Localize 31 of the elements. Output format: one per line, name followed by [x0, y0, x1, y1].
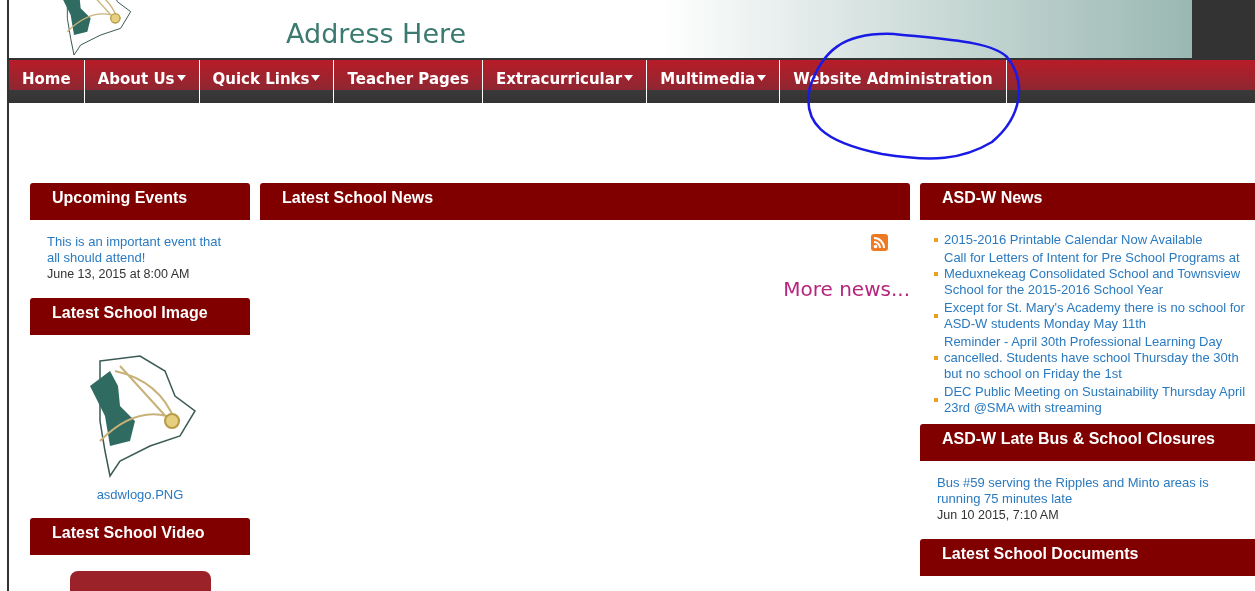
section-title: Latest School Video	[30, 518, 250, 555]
section-title: ASD-W News	[920, 183, 1255, 220]
bus-notice-date: Jun 10 2015, 7:10 AM	[937, 507, 1060, 523]
address-text: Address Here	[286, 18, 467, 49]
image-caption[interactable]: asdwlogo.PNG	[30, 487, 250, 502]
bullet-icon	[934, 238, 938, 242]
bullet-icon	[934, 272, 938, 276]
section-title: ASD-W Late Bus & School Closures	[920, 424, 1255, 461]
nav-item[interactable]: Teacher Pages	[334, 60, 483, 103]
nav-item[interactable]: Multimedia	[647, 60, 781, 103]
section-title: Latest School News	[260, 183, 910, 220]
bullet-icon	[934, 398, 938, 402]
nav-item[interactable]: About Us	[84, 60, 200, 103]
news-link[interactable]: 2015-2016 Printable Calendar Now Available	[944, 232, 1254, 248]
news-link[interactable]: DEC Public Meeting on Sustainability Thursday April 23rd @SMA with streaming	[944, 384, 1254, 416]
section-title: Upcoming Events	[30, 183, 250, 220]
nav-item[interactable]: Quick Links	[199, 60, 335, 103]
news-link[interactable]: Except for St. Mary's Academy there is no school for ASD-W students Monday May 11th	[944, 300, 1254, 332]
news-link[interactable]: Call for Letters of Intent for Pre School Programs at Meduxnekeag Consolidated School and Townsview School for the 2015-2016 School Year	[944, 250, 1254, 298]
news-link[interactable]: Reminder - April 30th Professional Learning Day cancelled. Students have school Thursday the 30th but no school on Friday the 1st	[944, 334, 1254, 382]
bus-notice-link[interactable]: Bus #59 serving the Ripples and Minto areas is running 75 minutes late	[937, 475, 1238, 507]
nav-item[interactable]: Home	[9, 60, 85, 103]
section-title: Latest School Image	[30, 298, 250, 335]
rss-icon[interactable]	[871, 234, 888, 251]
more-news-link[interactable]: More news...	[783, 277, 910, 301]
bullet-icon	[934, 314, 938, 318]
event-link[interactable]: This is an important event that all should attend!	[47, 234, 228, 266]
section-title: Latest School Documents	[920, 539, 1255, 576]
event-date: June 13, 2015 at 8:00 AM	[47, 266, 191, 282]
bullet-icon	[934, 356, 938, 360]
nav-item[interactable]: Extracurricular	[482, 60, 648, 103]
